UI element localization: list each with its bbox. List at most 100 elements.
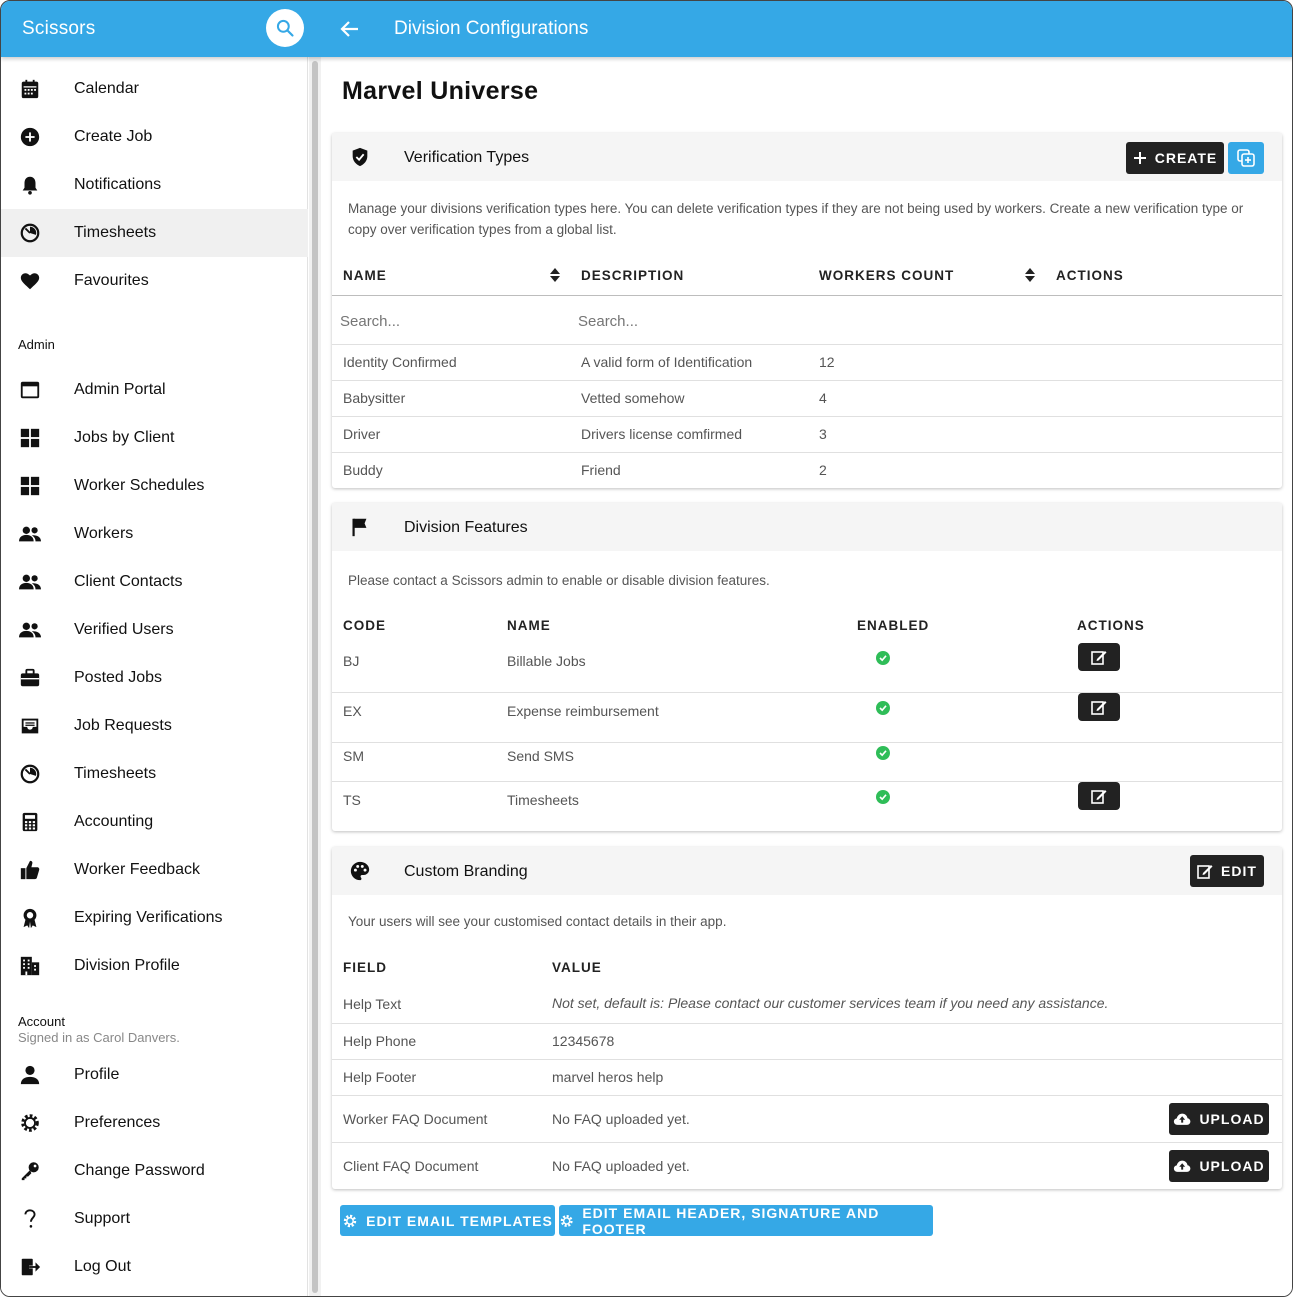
window-icon [18, 378, 42, 402]
sidebar-item-label: Favourites [74, 272, 149, 289]
thumbs-up-icon [18, 858, 42, 882]
sidebar-item-expiring-verifications[interactable]: Expiring Verifications [1, 894, 308, 942]
col-header-code: CODE [343, 618, 387, 633]
person-icon [18, 1063, 42, 1087]
check-circle-icon [876, 746, 890, 760]
add-circle-icon [18, 125, 42, 149]
sort-icon[interactable] [1025, 268, 1035, 282]
search-icon [276, 19, 294, 37]
divider [332, 1095, 1282, 1096]
branding-value-cell: Not set, default is: Please contact our … [552, 995, 1109, 1011]
col-header-enabled: ENABLED [857, 618, 930, 633]
branding-value-cell: No FAQ uploaded yet. [552, 1111, 690, 1127]
sidebar-item-timesheets[interactable]: Timesheets [1, 750, 308, 798]
scrollbar-thumb[interactable] [312, 61, 318, 1293]
sidebar-item-workers[interactable]: Workers [1, 510, 308, 558]
sidebar-item-posted-jobs[interactable]: Posted Jobs [1, 654, 308, 702]
building-icon [18, 954, 42, 978]
sidebar: Calendar Create Job Notifications Timesheet… [1, 57, 308, 1296]
sidebar-item-timesheets[interactable]: Timesheets [1, 209, 308, 257]
cog-icon [343, 1214, 357, 1227]
sidebar-item-create-job[interactable]: Create Job [1, 113, 308, 161]
workers-count-cell: 4 [819, 390, 827, 406]
sidebar-item-profile[interactable]: Profile [1, 1051, 308, 1099]
branding-field-cell: Help Phone [343, 1033, 417, 1049]
sidebar-item-favourites[interactable]: Favourites [1, 257, 308, 305]
sidebar-item-client-contacts[interactable]: Client Contacts [1, 558, 308, 606]
branding-field-cell: Help Text [343, 996, 402, 1012]
sidebar-item-label: Client Contacts [74, 573, 183, 590]
cloud-upload-icon [1174, 1160, 1191, 1172]
sidebar-item-accounting[interactable]: Accounting [1, 798, 308, 846]
edit-email-templates-button[interactable]: EDIT EMAIL TEMPLATES [340, 1205, 555, 1236]
divider [332, 295, 1282, 296]
col-header-workers-count[interactable]: WORKERS COUNT [819, 268, 954, 283]
col-header-name[interactable]: NAME [343, 268, 387, 283]
edit-feature-button[interactable] [1078, 693, 1120, 721]
sidebar-item-preferences[interactable]: Preferences [1, 1099, 308, 1147]
upload-client-faq-button[interactable]: UPLOAD [1169, 1150, 1269, 1182]
sort-icon[interactable] [550, 268, 560, 282]
description-search-input[interactable] [578, 308, 798, 334]
search-button[interactable] [266, 9, 304, 47]
sidebar-item-job-requests[interactable]: Job Requests [1, 702, 308, 750]
divider [332, 1023, 1282, 1024]
divider [332, 692, 1282, 693]
edit-feature-button[interactable] [1078, 643, 1120, 671]
sidebar-item-notifications[interactable]: Notifications [1, 161, 308, 209]
sidebar-item-admin-portal[interactable]: Admin Portal [1, 366, 308, 414]
branding-value-cell: No FAQ uploaded yet. [552, 1158, 690, 1174]
sidebar-item-jobs-by-client[interactable]: Jobs by Client [1, 414, 308, 462]
verification-description-cell: Friend [581, 462, 621, 478]
back-button[interactable] [337, 17, 363, 41]
workers-count-cell: 12 [819, 354, 835, 370]
cog-icon [18, 1111, 42, 1135]
create-button-label: CREATE [1154, 150, 1218, 166]
flag-icon [349, 516, 371, 538]
divider [332, 380, 1282, 381]
sidebar-item-worker-schedules[interactable]: Worker Schedules [1, 462, 308, 510]
sidebar-item-change-password[interactable]: Change Password [1, 1147, 308, 1195]
sidebar-item-label: Worker Feedback [74, 861, 200, 878]
edit-branding-button[interactable]: EDIT [1190, 855, 1264, 887]
verification-name-cell: Babysitter [343, 390, 406, 406]
feature-name-cell: Billable Jobs [507, 653, 586, 669]
col-header-value: VALUE [552, 960, 602, 975]
app-window: Scissors Division Configurations Calenda… [0, 0, 1293, 1297]
col-header-field: FIELD [343, 960, 387, 975]
edit-email-header-button[interactable]: EDIT EMAIL HEADER, SIGNATURE AND FOOTER [559, 1205, 933, 1237]
sidebar-item-label: Timesheets [74, 765, 157, 782]
create-button[interactable]: CREATE [1126, 142, 1224, 174]
custom-branding-card: Custom Branding EDIT Your users will see… [332, 847, 1282, 1189]
feature-code-cell: SM [343, 748, 364, 764]
name-search-input[interactable] [340, 308, 560, 334]
heart-icon [18, 269, 42, 293]
branding-value-cell: 12345678 [552, 1033, 615, 1049]
sidebar-item-verified-users[interactable]: Verified Users [1, 606, 308, 654]
sidebar-item-label: Verified Users [74, 621, 174, 638]
sidebar-item-log-out[interactable]: Log Out [1, 1243, 308, 1291]
upload-button-label: UPLOAD [1199, 1158, 1265, 1174]
upload-worker-faq-button[interactable]: UPLOAD [1169, 1103, 1269, 1135]
divider [332, 416, 1282, 417]
sidebar-item-label: Create Job [74, 128, 153, 145]
sidebar-item-label: Division Profile [74, 957, 180, 974]
people-icon [18, 618, 42, 642]
palette-icon [349, 860, 371, 882]
edit-feature-button[interactable] [1078, 782, 1120, 810]
sidebar-item-calendar[interactable]: Calendar [1, 65, 308, 113]
arrow-left-icon [340, 21, 358, 37]
sidebar-item-label: Workers [74, 525, 134, 542]
sidebar-item-support[interactable]: Support [1, 1195, 308, 1243]
sidebar-item-worker-feedback[interactable]: Worker Feedback [1, 846, 308, 894]
verification-name-cell: Driver [343, 426, 381, 442]
sidebar-item-label: Calendar [74, 80, 139, 97]
sidebar-scrollbar[interactable] [309, 57, 321, 1296]
sidebar-item-division-profile[interactable]: Division Profile [1, 942, 308, 990]
logout-icon [18, 1255, 42, 1279]
calendar-icon [18, 77, 42, 101]
sidebar-item-label: Preferences [74, 1114, 161, 1131]
branding-field-cell: Client FAQ Document [343, 1158, 479, 1174]
copy-button[interactable] [1228, 142, 1264, 174]
page-heading: Division Configurations [394, 18, 589, 39]
